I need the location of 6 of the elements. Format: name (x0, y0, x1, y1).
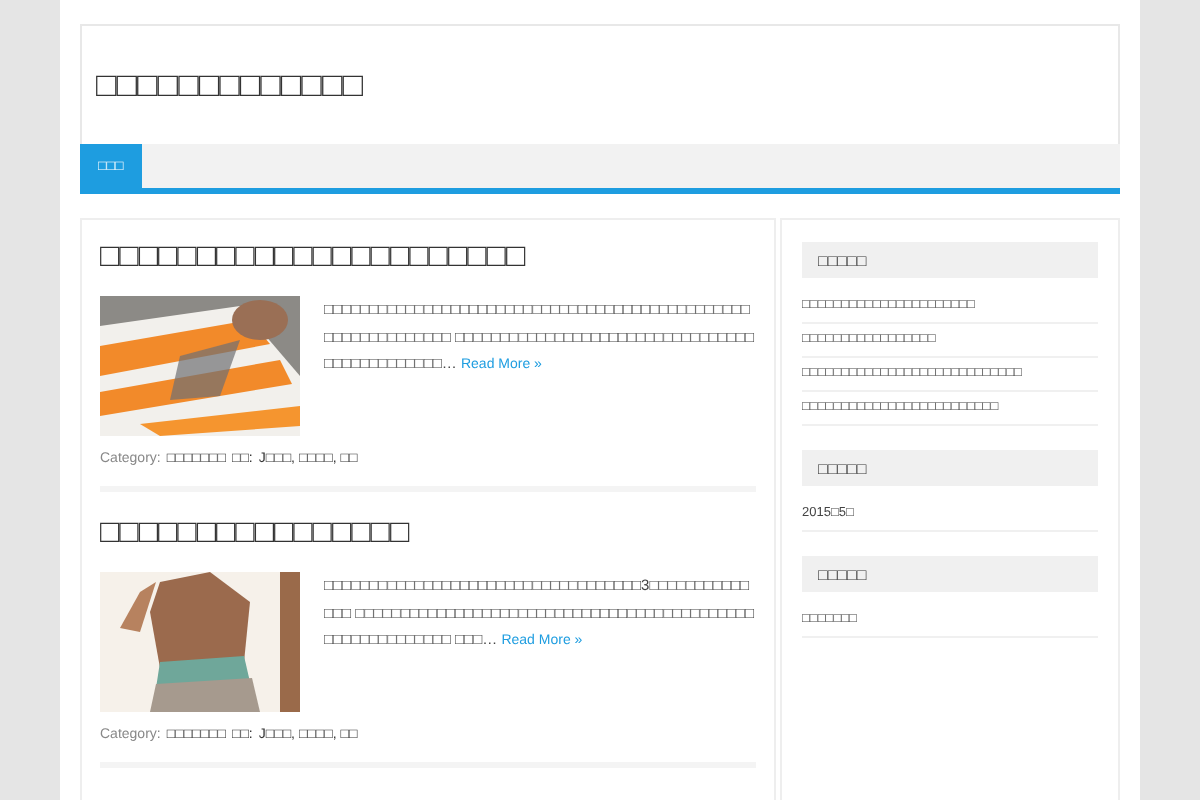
post-title[interactable]: □□□□□□□□□□□□□□□□ (100, 516, 756, 552)
post-title[interactable]: □□□□□□□□□□□□□□□□□□□□□□ (100, 240, 756, 276)
widget-title: □□□□□ (802, 450, 1098, 486)
widget-title: □□□□□ (802, 556, 1098, 592)
site-title[interactable]: □□□□□□□□□□□□□ (96, 65, 363, 105)
widget-title: □□□□□ (802, 242, 1098, 278)
